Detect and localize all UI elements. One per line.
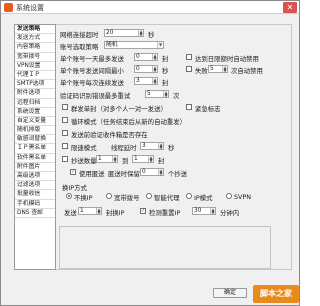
sidebar-item-custom-vars[interactable]: 自定义变量 (15, 117, 55, 127)
use-bcc-checkbox[interactable]: ✓ (70, 169, 76, 175)
radio-no-switch-label: 不换IP (74, 194, 93, 202)
per-day-unit: 封 (162, 55, 169, 63)
cc-count-label: 抄送数量 (71, 157, 97, 165)
switch-ip-label: 换IP方式 (62, 184, 87, 192)
group-send-checkbox[interactable] (62, 104, 68, 110)
bcc-keep-suffix: 个抄送 (168, 170, 188, 178)
detect-reset-suffix: 分钟内 (220, 209, 240, 217)
sidebar-item-system[interactable]: 系统设置 (15, 108, 55, 117)
sidebar-item-send-mode[interactable]: 发送方式 (15, 34, 55, 44)
account-strategy-select[interactable]: 随机 ▼ (104, 41, 164, 49)
per-day-label: 单个账号一天最多发送 (60, 55, 124, 63)
per-time-input[interactable]: 3 ▲ ▼ (134, 77, 158, 85)
radio-smart-proxy[interactable] (146, 193, 152, 199)
auto-disable-checkbox[interactable] (186, 54, 192, 60)
cc-to-label: 到 (122, 157, 129, 165)
sidebar-item-sensitive-words[interactable]: 敏感词替换 (15, 135, 55, 145)
bcc-keep-input[interactable]: 0 ▲ ▼ (140, 168, 164, 176)
sidebar-item-vpn[interactable]: VPN设置 (15, 62, 55, 71)
group-send-label: 群发单封（对多个人一对一发送） (71, 105, 167, 113)
timeout-input[interactable]: 20 ▲ ▼ (104, 29, 144, 37)
cc-max-input[interactable]: 1 ▲ ▼ (132, 155, 154, 163)
timeout-label: 网络连接超时 (60, 31, 99, 39)
radio-broadband[interactable] (106, 193, 112, 199)
close-button[interactable]: ✕ (283, 2, 297, 13)
limit-speed-checkbox[interactable] (62, 143, 68, 149)
radio-broadband-label: 宽带拨号 (114, 194, 140, 202)
radio-svpn-label: SVPN (234, 193, 252, 201)
send-interval-unit: 秒 (162, 67, 169, 75)
send-count-input[interactable]: 1 ▲ ▼ (78, 207, 102, 215)
sidebar-item-broadband[interactable]: 宽带拨号 (15, 53, 55, 62)
per-time-unit: 封 (162, 79, 169, 87)
auth-retry-input[interactable]: 5 ▲ ▼ (145, 90, 169, 98)
send-count-label: 发送 (64, 209, 77, 217)
loop-checkbox[interactable] (62, 117, 68, 123)
detect-reset-label: 检测重置IP (149, 209, 181, 217)
switch-ip-group (59, 226, 271, 269)
sidebar-item-filter[interactable]: 过滤选项 (15, 181, 55, 191)
urgent-checkbox[interactable] (186, 104, 192, 110)
detect-reset-checkbox[interactable]: ✓ (140, 208, 146, 214)
per-day-input[interactable]: 0 ▲ ▼ (134, 53, 158, 61)
auto-disable-label: 达到日限额时自动禁用 (195, 55, 259, 63)
title-bar: 系统设置 ✕ (1, 1, 299, 14)
urgent-label: 紧急标志 (195, 105, 221, 113)
cc-unit: 封 (158, 157, 165, 165)
window-title: 系统设置 (16, 4, 44, 12)
thread-delay-input[interactable]: 3 ▲ ▼ (140, 142, 164, 150)
sidebar-item-random-layout[interactable]: 随机排版 (15, 126, 55, 136)
cc-min-input[interactable]: 1 ▲ ▼ (96, 155, 118, 163)
radio-smart-proxy-label: 智能代理 (154, 194, 180, 202)
sidebar-item-advanced[interactable]: 高级选项 (15, 172, 55, 182)
auth-retry-label: 验证码识别错误最多重试 (60, 92, 131, 100)
sidebar-item-software-blacklist[interactable]: 软件黑名单 (15, 154, 55, 163)
sidebar-item-smtp[interactable]: SMTP选项 (15, 80, 55, 90)
sidebar-item-attachment[interactable]: 附件选项 (15, 89, 55, 99)
fail-label: 失败 (195, 67, 208, 75)
settings-panel: 网络连接超时 20 ▲ ▼ 秒 账号选取策略 随机 ▼ 单个账号一天最多发送 0 ▲ ▼ … (56, 24, 292, 270)
verify-inbox-label: 发送前验证收件箱是否存在 (71, 131, 148, 139)
detect-reset-input[interactable]: 30 ▲ ▼ (192, 207, 216, 215)
sidebar-item-batch-receive[interactable]: 批量收信 (15, 190, 55, 200)
send-interval-label: 单个账号发送间隔最小 (60, 67, 124, 75)
radio-no-switch[interactable] (66, 193, 72, 199)
confirm-button[interactable]: 确定 (213, 288, 247, 298)
radio-ip-mode-label: IP模式 (194, 194, 213, 202)
fail-count-input[interactable]: 5 ▲ ▼ (208, 65, 228, 73)
limit-speed-label: 限速模式 (71, 144, 97, 152)
thread-delay-label: 线程延时 (111, 144, 137, 152)
sidebar-item-send-strategy[interactable]: 发送策略 (15, 25, 55, 35)
account-strategy-label: 账号选取策略 (60, 43, 99, 51)
settings-window: 系统设置 ✕ 发送策略 发送方式 内容策略 宽带拨号 VPN设置 代理ＩＰ SM… (0, 0, 300, 306)
loop-label: 循环模式（任务结束后从新的自动重发） (71, 118, 187, 126)
sidebar-item-attachment-image[interactable]: 附件图片 (15, 163, 55, 172)
fail-disable-checkbox[interactable] (186, 66, 192, 72)
use-bcc-label: 使用匿送 (79, 170, 105, 178)
thread-delay-unit: 秒 (168, 144, 175, 152)
sidebar-item-content-strategy[interactable]: 内容策略 (15, 43, 55, 53)
send-interval-input[interactable]: 0 ▲ ▼ (134, 65, 158, 73)
radio-svpn[interactable] (226, 193, 232, 199)
app-icon (4, 3, 13, 12)
cc-count-checkbox[interactable] (62, 156, 68, 162)
radio-ip-mode[interactable] (186, 193, 192, 199)
sidebar-item-ip-blacklist[interactable]: ＩＰ黑名单 (15, 144, 55, 154)
auth-retry-unit: 次 (173, 92, 180, 100)
sidebar-item-remote-archive[interactable]: 远程归档 (15, 99, 55, 108)
site-logo: 脚本之家 (253, 285, 299, 303)
timeout-unit: 秒 (148, 31, 155, 39)
send-count-suffix: 封换IP (106, 209, 125, 217)
sidebar-item-dns[interactable]: DNS 查邮 (15, 209, 55, 218)
settings-sidebar: 发送策略 发送方式 内容策略 宽带拨号 VPN设置 代理ＩＰ SMTP选项 附件… (14, 24, 56, 270)
per-time-label: 单个账号每次连续发送 (60, 79, 124, 87)
fail-suffix: 次自动禁用 (231, 67, 263, 75)
verify-inbox-checkbox[interactable] (62, 130, 68, 136)
sidebar-item-mobile[interactable]: 手机模码 (15, 200, 55, 209)
sidebar-item-proxy-ip[interactable]: 代理ＩＰ (15, 71, 55, 81)
bcc-keep-label: 匿送时保留 (108, 170, 140, 178)
